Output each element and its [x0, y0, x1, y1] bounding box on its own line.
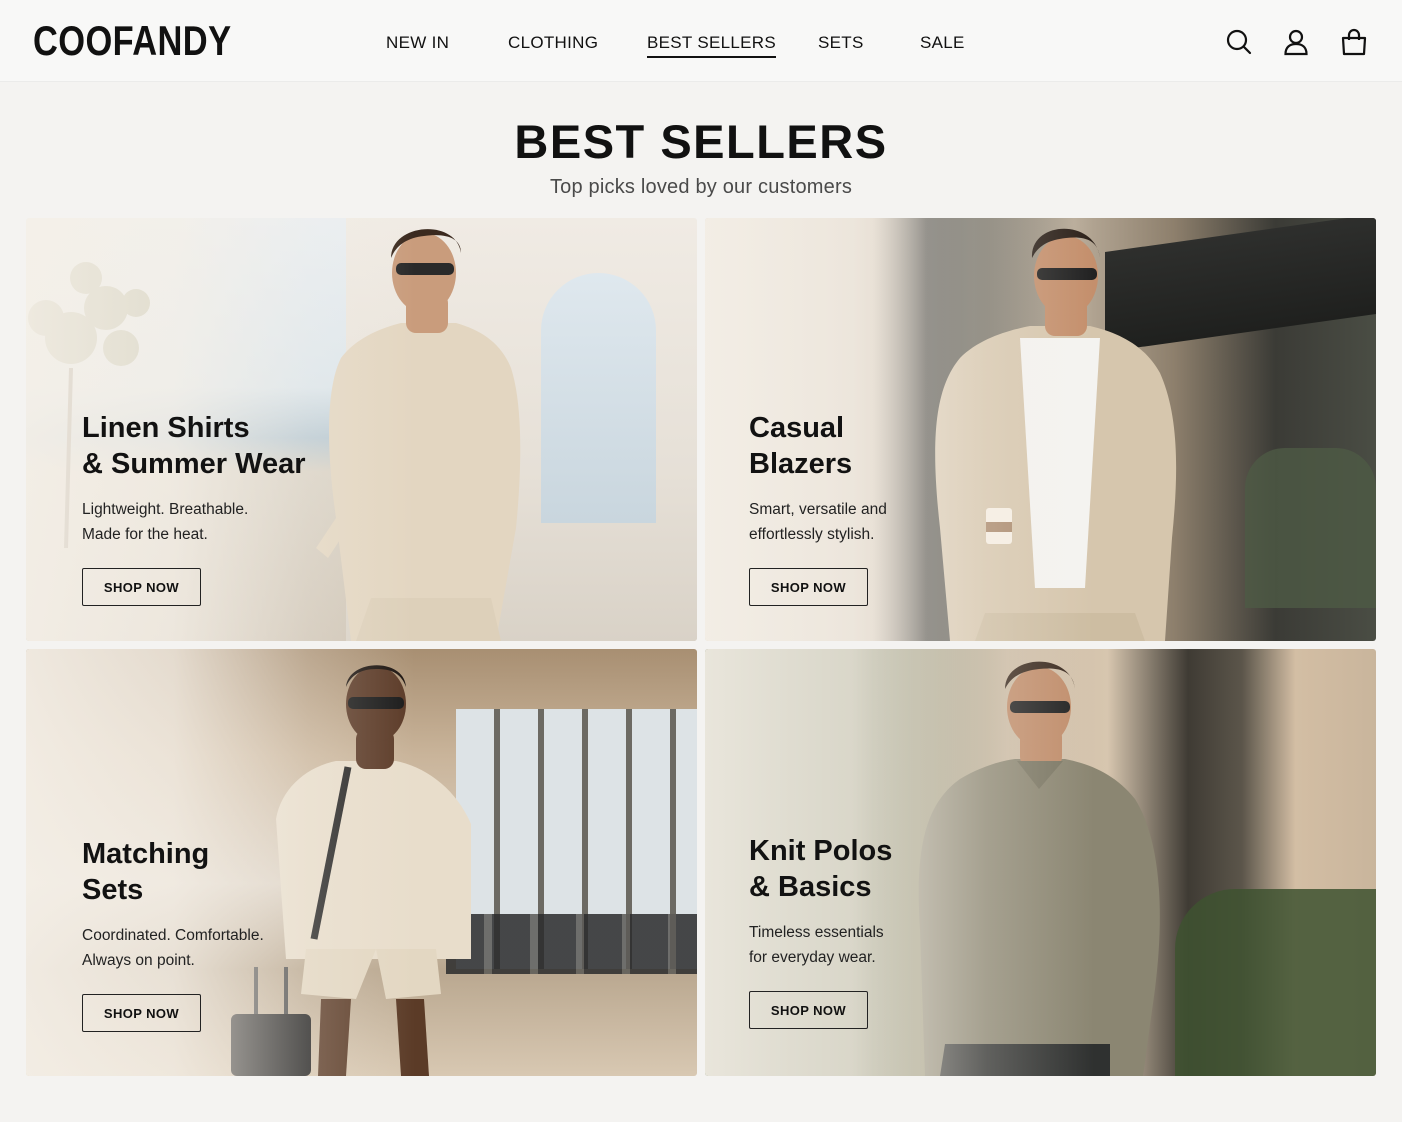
card-title: Matching Sets [82, 838, 210, 906]
card-title: Linen Shirts & Summer Wear [82, 412, 306, 480]
shop-now-button[interactable]: SHOP NOW [82, 568, 201, 606]
card-description: Coordinated. Comfortable. Always on poin… [82, 927, 264, 969]
card-title: Knit Polos & Basics [749, 835, 893, 903]
shop-now-button[interactable]: SHOP NOW [749, 568, 868, 606]
account-icon[interactable] [1282, 28, 1310, 56]
category-card-sets[interactable]: Matching Sets Coordinated. Comfortable. … [26, 649, 697, 1076]
page-subtitle: Top picks loved by our customers [549, 176, 853, 198]
card-content: Knit Polos & Basics Timeless essentials … [749, 833, 892, 1029]
category-card-polos[interactable]: Knit Polos & Basics Timeless essentials … [705, 649, 1376, 1076]
nav-item-sale[interactable]: SALE [920, 32, 965, 54]
card-content: Matching Sets Coordinated. Comfortable. … [82, 836, 264, 1032]
card-description: Lightweight. Breathable. Made for the he… [82, 501, 249, 543]
category-card-linen[interactable]: Linen Shirts & Summer Wear Lightweight. … [26, 218, 697, 641]
card-description: Timeless essentials for everyday wear. [749, 924, 884, 966]
card-content: Casual Blazers Smart, versatile and effo… [749, 410, 887, 606]
card-title: Casual Blazers [749, 412, 853, 480]
site-header: COOFANDY NEW IN CLOTHING BEST SELLERS SE… [0, 0, 1402, 82]
nav-item-sets[interactable]: SETS [818, 32, 864, 54]
shop-now-button[interactable]: SHOP NOW [749, 991, 868, 1029]
nav-item-new-in[interactable]: NEW IN [386, 32, 449, 54]
shop-now-button[interactable]: SHOP NOW [82, 994, 201, 1032]
main-nav: NEW IN CLOTHING BEST SELLERS SETS SALE [0, 32, 1402, 58]
card-description: Smart, versatile and effortlessly stylis… [749, 501, 887, 543]
nav-item-clothing[interactable]: CLOTHING [508, 32, 598, 54]
shopping-bag-icon[interactable] [1340, 28, 1368, 56]
nav-item-best-sellers[interactable]: BEST SELLERS [647, 32, 776, 58]
card-content: Linen Shirts & Summer Wear Lightweight. … [82, 410, 306, 606]
search-icon[interactable] [1225, 28, 1253, 56]
page-title: BEST SELLERS [514, 115, 888, 168]
category-card-blazers[interactable]: Casual Blazers Smart, versatile and effo… [705, 218, 1376, 641]
